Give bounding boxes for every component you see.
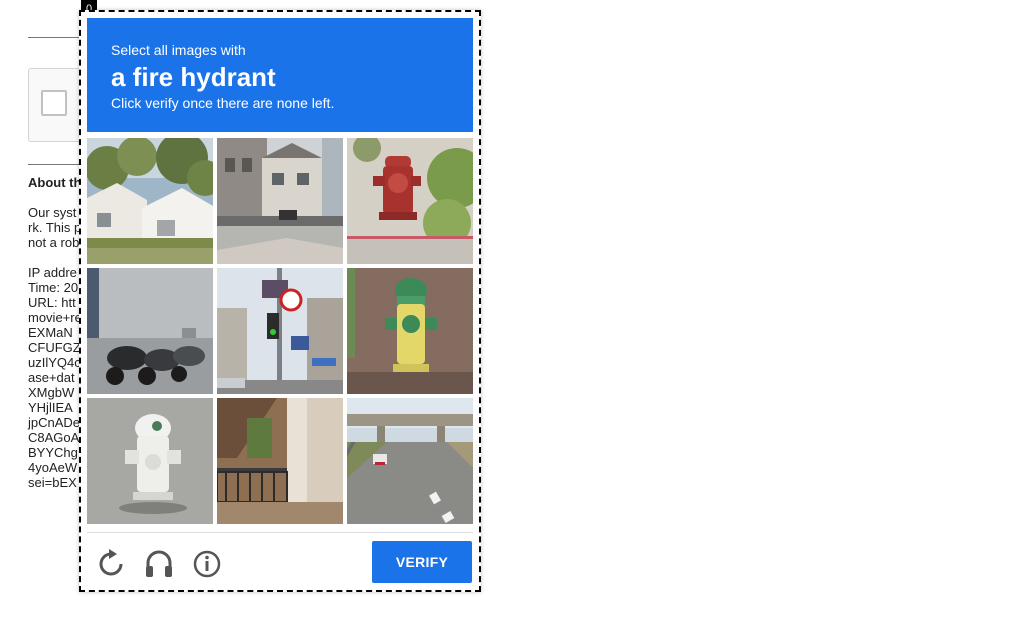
instruction-top: Select all images with [111, 42, 246, 58]
background-text-line: XMgbW [28, 385, 75, 400]
audio-challenge-button[interactable] [143, 548, 175, 580]
background-text-line: jpCnADe [28, 415, 81, 430]
image-tile-1[interactable] [87, 138, 213, 264]
background-text-line: URL: htt [28, 295, 76, 310]
verify-button[interactable]: VERIFY [372, 541, 472, 583]
background-text-line: CFUFGZ [28, 340, 81, 355]
image-tile-6[interactable] [347, 268, 473, 394]
background-text-line: BYYChg [28, 445, 78, 460]
background-text-line: not a rob [28, 235, 80, 250]
background-text-line: 4yoAeW [28, 460, 78, 475]
background-text-line: Our syst [28, 205, 77, 220]
image-tile-8[interactable] [217, 398, 343, 524]
image-tile-9[interactable] [347, 398, 473, 524]
image-grid [87, 138, 475, 524]
background-text-line: ase+dat [28, 370, 75, 385]
reload-button[interactable] [95, 548, 127, 580]
info-icon [193, 550, 221, 578]
headphones-icon [146, 550, 172, 577]
challenge-target: a fire hydrant [111, 62, 276, 92]
background-text-line: Time: 20 [28, 280, 79, 295]
background-text-line: movie+re [28, 310, 82, 325]
background-text-line: C8AGoA [28, 430, 80, 445]
info-button[interactable] [191, 548, 223, 580]
challenge-header: Select all images with a fire hydrant Cl… [87, 18, 473, 132]
image-tile-7[interactable] [87, 398, 213, 524]
footer-divider [87, 532, 473, 533]
background-text-line: sei=bEX [28, 475, 77, 490]
background-text-line: YHjlIEA [28, 400, 73, 415]
background-text-line: uzIlYQ4c [28, 355, 81, 370]
background-text-line: rk. This p [28, 220, 82, 235]
reload-icon [99, 549, 123, 576]
image-tile-5[interactable] [217, 268, 343, 394]
captcha-challenge-dialog: Select all images with a fire hydrant Cl… [79, 10, 481, 592]
image-tile-4[interactable] [87, 268, 213, 394]
instruction-bottom: Click verify once there are none left. [111, 95, 335, 111]
background-text-line: EXMaN [28, 325, 73, 340]
image-tile-2[interactable] [217, 138, 343, 264]
background-text-line: IP addre [28, 265, 77, 280]
about-heading: About th [28, 175, 82, 190]
recaptcha-checkbox[interactable] [41, 90, 67, 116]
image-tile-3[interactable] [347, 138, 473, 264]
